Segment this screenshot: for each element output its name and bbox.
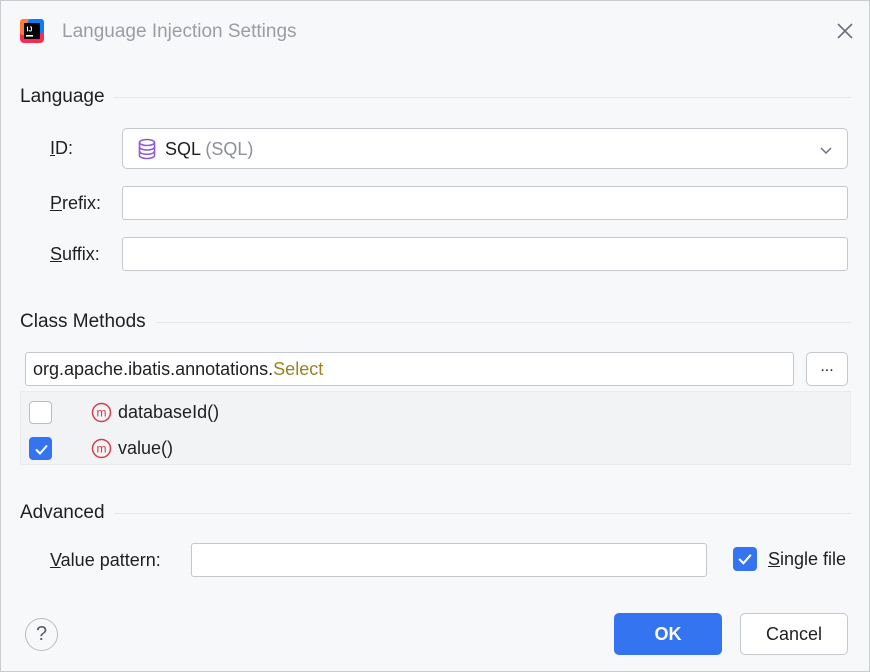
suffix-label: Suffix: [50, 244, 100, 264]
help-button[interactable]: ? [25, 618, 58, 651]
prefix-input[interactable] [122, 186, 848, 220]
cancel-button[interactable]: Cancel [740, 613, 848, 655]
language-id-value: SQL (SQL) [165, 139, 254, 159]
method-checkbox-value[interactable] [29, 437, 52, 460]
svg-text:m: m [97, 406, 107, 420]
method-icon: m [91, 402, 112, 423]
chevron-down-icon [820, 147, 832, 155]
value-pattern-input[interactable] [191, 543, 707, 577]
language-injection-dialog: IJ Language Injection Settings Language … [0, 0, 870, 672]
class-name-field[interactable]: org.apache.ibatis.annotations.Select [25, 352, 794, 386]
svg-text:m: m [97, 442, 107, 456]
single-file-checkbox[interactable] [733, 547, 757, 571]
language-id-combobox[interactable]: SQL (SQL) [122, 128, 848, 169]
svg-text:IJ: IJ [27, 27, 33, 34]
method-icon: m [91, 438, 112, 459]
intellij-idea-icon: IJ [20, 19, 44, 43]
method-row-databaseid[interactable]: m databaseId() [21, 394, 850, 430]
class-methods-section-title: Class Methods [20, 311, 146, 332]
ok-button[interactable]: OK [614, 613, 722, 655]
method-label-value: value() [118, 438, 174, 458]
id-label: ID: [50, 138, 74, 158]
method-checkbox-databaseid[interactable] [29, 401, 52, 424]
method-row-value[interactable]: m value() [21, 430, 850, 466]
method-label-databaseid: databaseId() [118, 402, 220, 422]
language-section-title: Language [20, 86, 105, 107]
suffix-input[interactable] [122, 237, 848, 271]
advanced-section-title: Advanced [20, 502, 105, 523]
close-icon[interactable] [833, 19, 857, 43]
prefix-label: Prefix: [50, 193, 102, 213]
dialog-title: Language Injection Settings [62, 21, 297, 42]
check-icon [738, 554, 752, 565]
class-methods-section-divider [156, 322, 851, 323]
language-section-divider [113, 97, 851, 98]
value-pattern-label: Value pattern: [50, 550, 161, 570]
advanced-section-divider [114, 513, 851, 514]
title-bar: IJ Language Injection Settings [1, 1, 869, 63]
single-file-label[interactable]: Single file [768, 549, 846, 570]
method-list: m databaseId() m value() [20, 391, 851, 465]
check-icon [35, 444, 48, 455]
browse-class-button[interactable]: ... [806, 352, 848, 386]
database-icon [138, 138, 156, 160]
